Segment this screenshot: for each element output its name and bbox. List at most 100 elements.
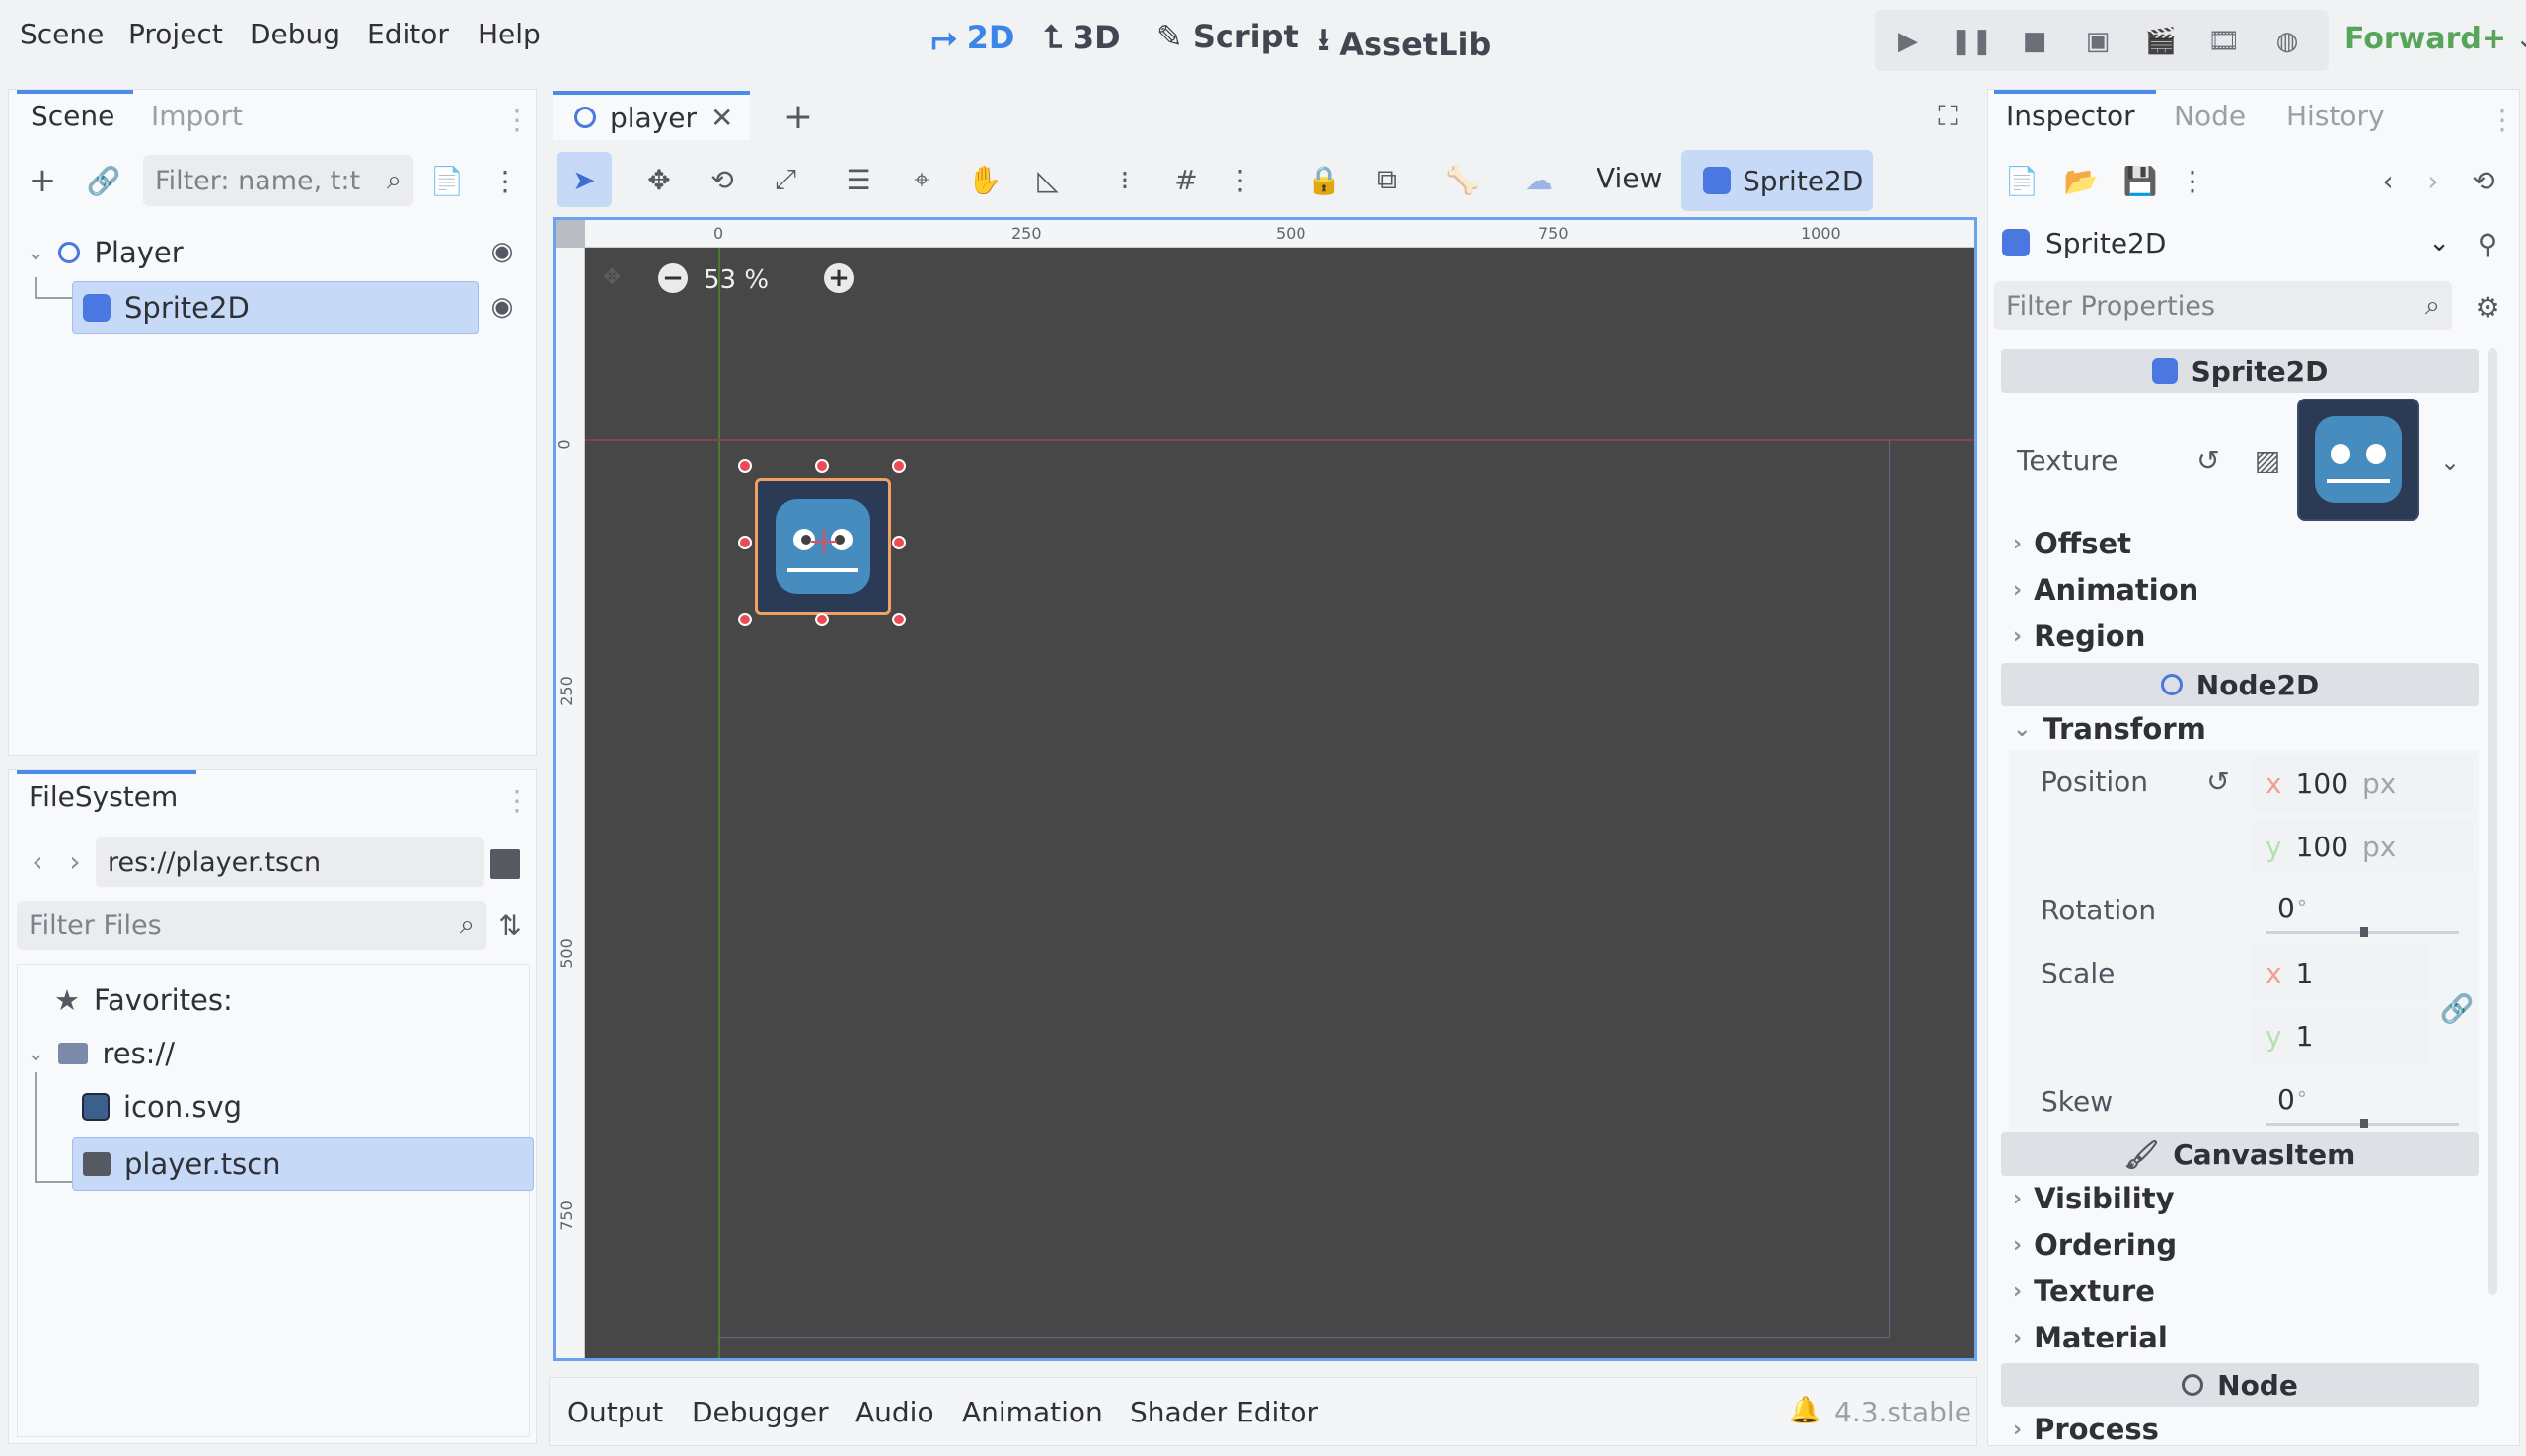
category-transform[interactable]: ⌄ Transform: [2013, 712, 2206, 746]
tree-item-player[interactable]: ⌄ Player: [27, 228, 530, 277]
resize-handle-top[interactable]: [815, 459, 829, 473]
close-icon[interactable]: ✕: [710, 102, 733, 134]
zoom-in-icon[interactable]: +: [824, 263, 854, 293]
scale-y-field[interactable]: y 1: [2252, 1008, 2429, 1063]
category-animation[interactable]: › Animation: [2013, 573, 2198, 607]
category-ordering[interactable]: › Ordering: [2013, 1228, 2177, 1262]
position-x-field[interactable]: x 100 px: [2252, 756, 2473, 811]
group-icon[interactable]: ⧉: [1364, 156, 1411, 203]
scene-options-icon[interactable]: ⋮: [490, 159, 520, 202]
lock-icon[interactable]: 🔒: [1300, 156, 1348, 203]
texture-preview[interactable]: [2297, 399, 2419, 521]
skew-field[interactable]: 0 °: [2264, 1073, 2461, 1125]
menu-editor[interactable]: Editor: [367, 18, 449, 50]
revert-icon[interactable]: ↺: [2198, 762, 2238, 801]
bell-icon[interactable]: 🔔: [1789, 1396, 1820, 1425]
position-y-field[interactable]: y 100 px: [2252, 819, 2473, 874]
pan-mode-icon[interactable]: ✋: [961, 156, 1008, 203]
rotation-slider-thumb[interactable]: [2360, 927, 2368, 937]
list-select-icon[interactable]: ☰: [835, 156, 882, 203]
tab-audio[interactable]: Audio: [855, 1396, 934, 1428]
category-visibility[interactable]: › Visibility: [2013, 1182, 2175, 1215]
link-icon[interactable]: 🔗: [84, 159, 123, 202]
workspace-assetlib-button[interactable]: ⭳ AssetLib: [1318, 18, 1491, 71]
category-region[interactable]: › Region: [2013, 619, 2145, 653]
workspace-2d-button[interactable]: ⮣ 2D: [931, 18, 1014, 56]
distraction-free-icon[interactable]: ⛶: [1926, 95, 1969, 138]
workspace-script-button[interactable]: ✎ Script: [1156, 18, 1299, 55]
new-scene-tab-icon[interactable]: +: [774, 95, 823, 138]
pivot-mode-icon[interactable]: ⌖: [898, 156, 945, 203]
tab-scene[interactable]: Scene: [31, 100, 114, 132]
play-custom-scene-icon[interactable]: 🎞: [2206, 24, 2242, 59]
visibility-eye-icon[interactable]: ◉: [483, 287, 522, 327]
zoom-out-icon[interactable]: −: [658, 263, 688, 293]
play-icon[interactable]: ▶: [1891, 24, 1926, 59]
select-mode-icon[interactable]: ➤: [557, 152, 612, 207]
tab-node[interactable]: Node: [2174, 100, 2246, 132]
scale-mode-icon[interactable]: ⤢: [762, 156, 809, 203]
category-texture[interactable]: › Texture: [2013, 1274, 2155, 1308]
tree-item-player-tscn[interactable]: player.tscn: [72, 1137, 534, 1191]
attach-script-icon[interactable]: 📄: [427, 159, 467, 202]
grid-snap-icon[interactable]: #: [1162, 156, 1210, 203]
resize-handle-top-left[interactable]: [738, 459, 752, 473]
smart-snap-icon[interactable]: ⁝: [1101, 156, 1149, 203]
tab-output[interactable]: Output: [567, 1396, 663, 1428]
rotate-mode-icon[interactable]: ⟲: [699, 156, 746, 203]
menu-scene[interactable]: Scene: [20, 18, 104, 50]
open-folder-icon[interactable]: 📂: [2061, 159, 2101, 202]
sprite-node[interactable]: [755, 478, 891, 615]
add-node-icon[interactable]: +: [23, 159, 62, 202]
tab-shader-editor[interactable]: Shader Editor: [1130, 1396, 1318, 1428]
property-options-icon[interactable]: ⚙: [2468, 285, 2507, 328]
history-back-icon[interactable]: ‹: [2373, 159, 2403, 202]
dock-menu-icon[interactable]: ⋮: [2488, 100, 2517, 139]
category-process[interactable]: › Process: [2013, 1413, 2159, 1446]
move-mode-icon[interactable]: ✥: [635, 156, 683, 203]
object-selector[interactable]: Sprite2D ⌄: [1994, 216, 2458, 269]
menu-project[interactable]: Project: [128, 18, 223, 50]
rotation-field[interactable]: 0 °: [2264, 882, 2461, 933]
tab-inspector[interactable]: Inspector: [2006, 100, 2135, 132]
history-forward-icon[interactable]: ›: [2418, 159, 2448, 202]
camera-override-icon[interactable]: ☁: [1516, 156, 1563, 203]
snap-options-icon[interactable]: ⋮: [1226, 156, 1255, 203]
resize-handle-top-right[interactable]: [892, 459, 906, 473]
new-resource-icon[interactable]: 📄: [2002, 159, 2042, 202]
resize-handle-bottom[interactable]: [815, 613, 829, 626]
tab-animation[interactable]: Animation: [962, 1396, 1103, 1428]
menu-debug[interactable]: Debug: [250, 18, 340, 50]
save-icon[interactable]: 💾: [2120, 159, 2160, 202]
tab-debugger[interactable]: Debugger: [692, 1396, 829, 1428]
stop-icon[interactable]: ■: [2017, 24, 2052, 59]
scene-tab-player[interactable]: player ✕: [553, 91, 750, 140]
tree-item-favorites[interactable]: ★ Favorites:: [54, 983, 233, 1017]
resize-handle-bottom-left[interactable]: [738, 613, 752, 626]
workspace-3d-button[interactable]: ⮤ 3D: [1044, 18, 1121, 56]
inspector-scrollbar[interactable]: [2488, 348, 2497, 1295]
view-menu[interactable]: View: [1597, 162, 1662, 194]
zoom-level[interactable]: 53 %: [704, 265, 769, 295]
tab-filesystem[interactable]: FileSystem: [29, 780, 178, 813]
tab-import[interactable]: Import: [151, 100, 243, 132]
node-docs-icon[interactable]: ⚲: [2468, 222, 2507, 265]
resize-handle-left[interactable]: [738, 536, 752, 549]
tab-history[interactable]: History: [2286, 100, 2385, 132]
chevron-down-icon[interactable]: ⌄: [2435, 442, 2465, 481]
menu-help[interactable]: Help: [478, 18, 541, 50]
renderer-select[interactable]: Forward+ ⌄: [2344, 22, 2526, 56]
resource-menu-icon[interactable]: ⋮: [2178, 159, 2207, 202]
movie-maker-icon[interactable]: ◍: [2269, 24, 2305, 59]
canvas-viewport[interactable]: 0 250 500 750 1000 0 250 500 750 ✥ − 53 …: [553, 217, 1977, 1361]
link-icon[interactable]: 🔗: [2437, 986, 2477, 1030]
sort-icon[interactable]: ⇅: [492, 905, 528, 946]
bone-icon[interactable]: 🦴: [1439, 156, 1486, 203]
revert-icon[interactable]: ↺: [2189, 440, 2228, 479]
resize-handle-right[interactable]: [892, 536, 906, 549]
skew-slider-thumb[interactable]: [2360, 1119, 2368, 1128]
tree-item-icon-svg[interactable]: icon.svg: [82, 1090, 242, 1124]
remote-debug-icon[interactable]: ▣: [2080, 24, 2116, 59]
object-history-icon[interactable]: ⟲: [2464, 159, 2503, 202]
scale-x-field[interactable]: x 1: [2252, 945, 2429, 1000]
